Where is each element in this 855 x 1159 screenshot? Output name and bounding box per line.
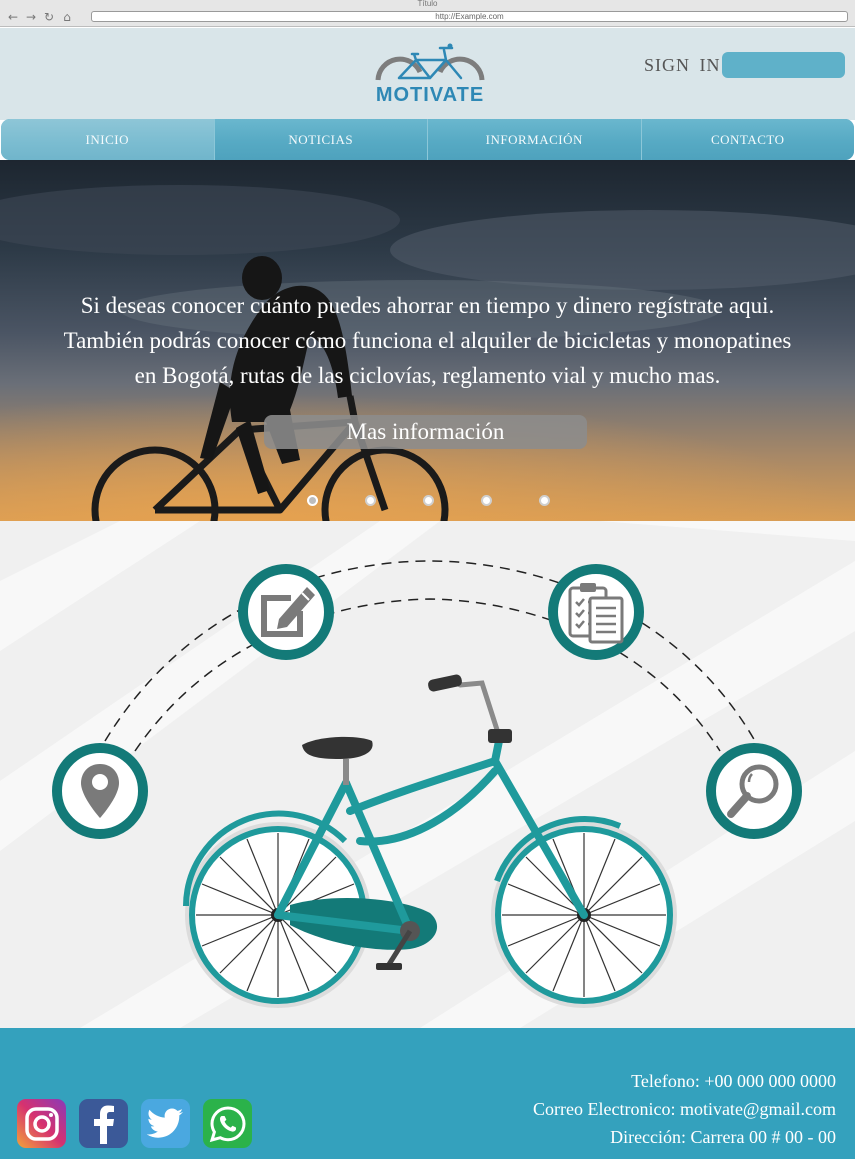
carousel-dot[interactable] bbox=[365, 495, 376, 506]
twitter-icon bbox=[146, 1108, 183, 1138]
instagram-icon bbox=[24, 1106, 59, 1141]
contact-phone: Telefono: +00 000 000 0000 bbox=[631, 1071, 836, 1091]
address-bar[interactable]: http://Example.com bbox=[91, 11, 848, 22]
contact-email[interactable]: Correo Electronico: motivate@gmail.com bbox=[533, 1095, 836, 1123]
window-title: Título bbox=[417, 0, 438, 8]
search-magnifier-icon bbox=[727, 764, 779, 818]
carousel-indicators bbox=[307, 495, 557, 507]
instagram-link[interactable] bbox=[17, 1099, 66, 1148]
location-pin-icon bbox=[81, 764, 119, 818]
more-info-button[interactable]: Mas información bbox=[264, 415, 587, 449]
register-feature-button[interactable] bbox=[238, 564, 334, 660]
edit-pencil-icon bbox=[261, 587, 315, 637]
checklist-clipboard-icon bbox=[568, 583, 624, 644]
hero-line: Si deseas conocer cuánto puedes ahorrar … bbox=[80, 293, 775, 318]
browser-nav: ← → ↻ ⌂ bbox=[6, 10, 74, 24]
whatsapp-icon bbox=[209, 1105, 246, 1142]
reload-icon[interactable]: ↻ bbox=[42, 10, 56, 24]
hero-banner: Si deseas conocer cuánto puedes ahorrar … bbox=[0, 160, 855, 521]
hero-text: Si deseas conocer cuánto puedes ahorrar … bbox=[0, 288, 855, 393]
checklist-feature-button[interactable] bbox=[548, 564, 644, 660]
facebook-icon bbox=[93, 1105, 114, 1144]
nav-item-inicio[interactable]: INICIO bbox=[1, 119, 215, 160]
site-logo[interactable]: MOTIVATE bbox=[372, 40, 488, 108]
carousel-dot[interactable] bbox=[307, 495, 318, 506]
forward-arrow-icon[interactable]: → bbox=[24, 10, 38, 24]
browser-chrome: Título ← → ↻ ⌂ http://Example.com bbox=[0, 0, 855, 27]
whatsapp-link[interactable] bbox=[203, 1099, 252, 1148]
sign-in-input[interactable] bbox=[722, 52, 845, 78]
search-feature-button[interactable] bbox=[706, 743, 802, 839]
home-icon[interactable]: ⌂ bbox=[60, 10, 74, 24]
nav-item-noticias[interactable]: NOTICIAS bbox=[214, 119, 428, 160]
hero-line: en Bogotá, rutas de las ciclovías, regla… bbox=[134, 363, 721, 388]
contact-address: Dirección: Carrera 00 # 00 - 00 bbox=[610, 1127, 836, 1147]
main-nav: INICIO NOTICIAS INFORMACIÓN CONTACTO bbox=[1, 119, 854, 160]
nav-item-informacion[interactable]: INFORMACIÓN bbox=[428, 119, 642, 160]
facebook-link[interactable] bbox=[79, 1099, 128, 1148]
back-arrow-icon[interactable]: ← bbox=[6, 10, 20, 24]
features-section bbox=[0, 521, 855, 1028]
sign-in-label[interactable]: SIGN IN bbox=[644, 55, 721, 76]
location-feature-button[interactable] bbox=[52, 743, 148, 839]
carousel-dot[interactable] bbox=[423, 495, 434, 506]
nav-item-contacto[interactable]: CONTACTO bbox=[641, 119, 854, 160]
bicycle-logo-icon bbox=[375, 43, 485, 81]
carousel-dot[interactable] bbox=[481, 495, 492, 506]
twitter-link[interactable] bbox=[141, 1099, 190, 1148]
carousel-dot[interactable] bbox=[539, 495, 550, 506]
logo-text: MOTIVATE bbox=[375, 84, 485, 106]
contact-info: Telefono: +00 000 000 0000 Correo Electr… bbox=[533, 1067, 836, 1151]
hero-line: También podrás conocer cómo funciona el … bbox=[63, 328, 792, 353]
